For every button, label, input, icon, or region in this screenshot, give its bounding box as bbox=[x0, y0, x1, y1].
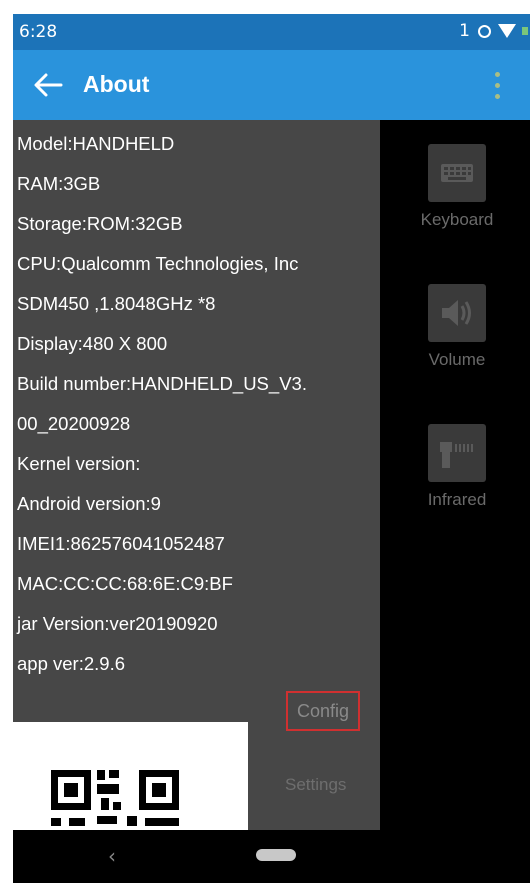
settings-button[interactable]: Settings bbox=[285, 775, 346, 795]
qr-code bbox=[13, 722, 248, 832]
info-cpu: CPU:Qualcomm Technologies, Inc bbox=[17, 253, 299, 274]
side-item-volume-label: Volume bbox=[428, 350, 486, 369]
config-button[interactable]: Config bbox=[286, 691, 360, 731]
page-title: About bbox=[83, 71, 150, 97]
navigation-bar: ‹ bbox=[13, 830, 530, 883]
info-ram: RAM:3GB bbox=[17, 173, 101, 194]
wifi-icon bbox=[498, 24, 516, 38]
status-bar: 6:28 1 bbox=[13, 14, 530, 50]
info-jar-version: jar Version:ver20190920 bbox=[17, 613, 218, 634]
arrow-left-icon[interactable] bbox=[31, 68, 65, 102]
info-mac: MAC:CC:CC:68:6E:C9:BF bbox=[17, 573, 233, 594]
qr-code-icon bbox=[51, 770, 179, 826]
battery-icon bbox=[522, 27, 528, 35]
info-kernel: Kernel version: bbox=[17, 453, 141, 474]
info-display: Display:480 X 800 bbox=[17, 333, 168, 354]
sync-icon bbox=[476, 25, 492, 38]
side-item-infrared-label: Infrared bbox=[427, 490, 487, 509]
status-icons: 1 bbox=[459, 21, 528, 41]
info-model: Model:HANDHELD bbox=[17, 133, 175, 154]
info-build-number-cont: 00_20200928 bbox=[17, 413, 131, 434]
info-imei: IMEI1:862576041052487 bbox=[17, 533, 225, 554]
infrared-scanner-icon bbox=[428, 424, 486, 482]
app-bar: About bbox=[13, 50, 530, 120]
side-item-keyboard[interactable]: Keyboard bbox=[395, 144, 519, 230]
home-pill-icon[interactable] bbox=[256, 849, 296, 861]
side-item-volume[interactable]: Volume bbox=[395, 284, 519, 370]
notification-count: 1 bbox=[459, 21, 470, 41]
nav-back-icon[interactable]: ‹ bbox=[108, 844, 116, 868]
overflow-menu-icon[interactable] bbox=[493, 72, 501, 102]
info-cpu-detail: SDM450 ,1.8048GHz *8 bbox=[17, 293, 216, 314]
info-app-version: app ver:2.9.6 bbox=[17, 653, 125, 674]
side-item-infrared[interactable]: Infrared bbox=[395, 424, 519, 510]
status-time: 6:28 bbox=[19, 22, 58, 42]
keyboard-icon bbox=[428, 144, 486, 202]
info-android-version: Android version:9 bbox=[17, 493, 161, 514]
device-screen: 6:28 1 About Model:HANDHELD RAM:3GB Stor… bbox=[13, 14, 530, 883]
info-build-number: Build number:HANDHELD_US_V3. bbox=[17, 373, 307, 394]
info-storage: Storage:ROM:32GB bbox=[17, 213, 183, 234]
volume-icon bbox=[428, 284, 486, 342]
side-item-keyboard-label: Keyboard bbox=[420, 210, 494, 229]
